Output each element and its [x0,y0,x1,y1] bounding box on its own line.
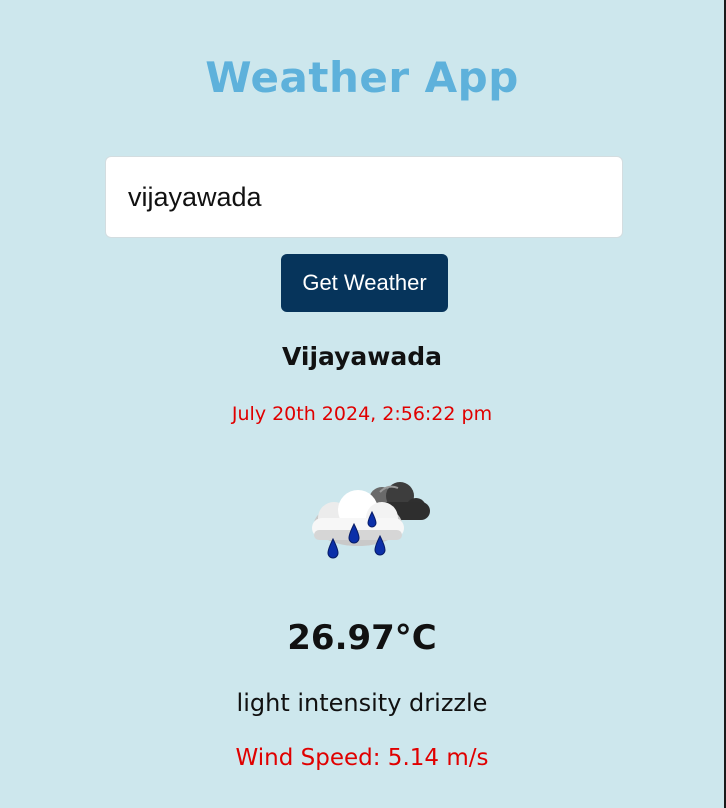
weather-app: Weather App Get Weather Vijayawada July … [0,0,724,808]
temperature: 26.97°C [287,618,437,658]
app-title: Weather App [205,53,519,102]
wind-speed: Wind Speed: 5.14 m/s [235,745,489,771]
date-time: July 20th 2024, 2:56:22 pm [231,403,493,425]
get-weather-button[interactable]: Get Weather [281,254,448,312]
weather-description: light intensity drizzle [236,689,488,717]
city-name: Vijayawada [281,342,443,371]
rain-cloud-icon [302,478,436,570]
city-search-input[interactable] [105,156,623,238]
